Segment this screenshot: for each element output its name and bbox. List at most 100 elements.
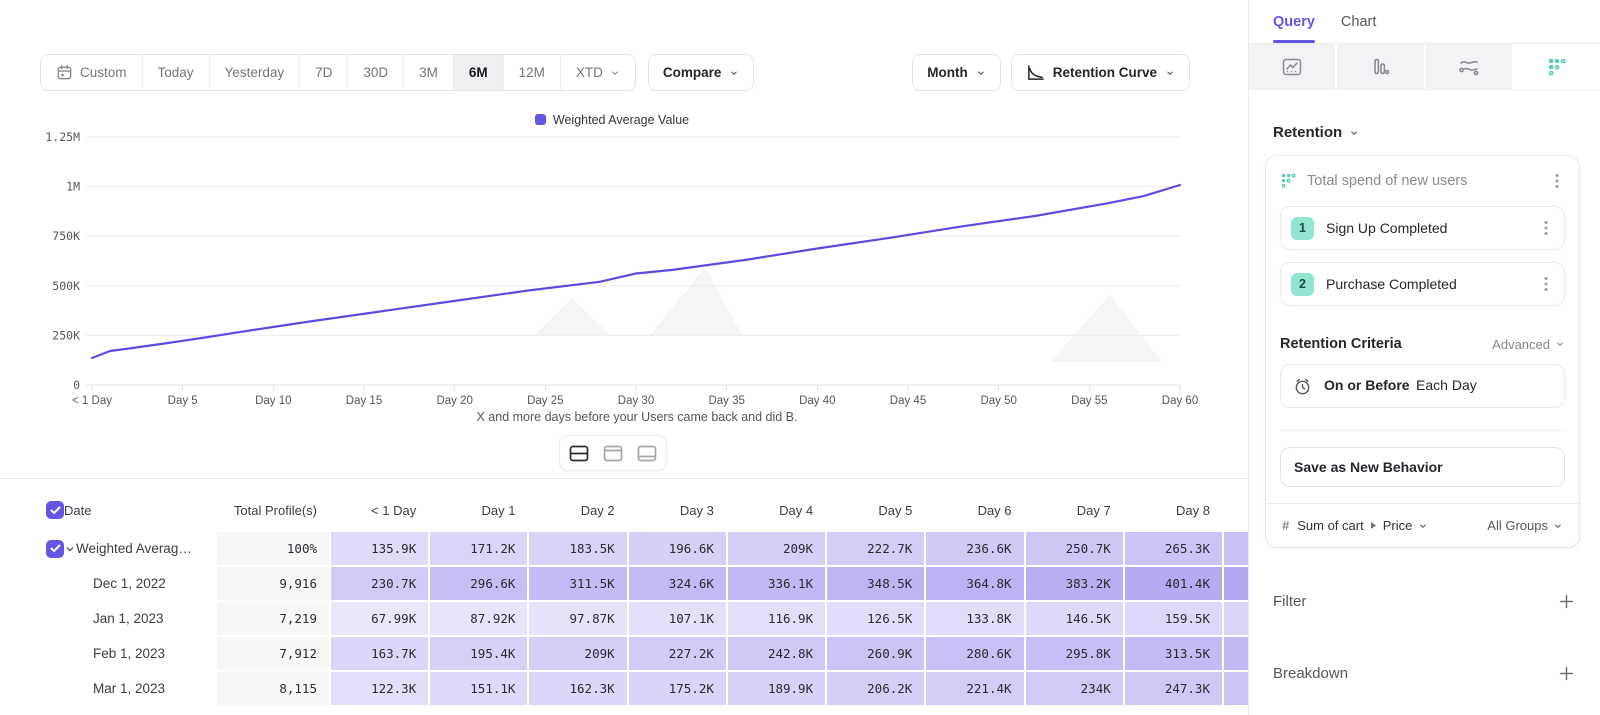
caret-right-icon — [1370, 521, 1377, 530]
retention-value-cell: 230.7K — [331, 567, 428, 600]
tab-chart[interactable]: Chart — [1341, 0, 1376, 43]
retention-value-cell: 336.1K — [728, 567, 825, 600]
date-range-6m[interactable]: 6M — [453, 55, 503, 90]
total-profiles-cell: 100% — [217, 532, 329, 565]
step-label: Purchase Completed — [1326, 276, 1526, 292]
retention-value-cell: 280.6K — [926, 637, 1023, 670]
behavior-step-1[interactable]: 1 Sign Up Completed — [1280, 206, 1565, 250]
metric-property-dropdown[interactable]: Sum of cart Price — [1297, 518, 1479, 533]
retention-value-cell: 209K — [728, 532, 825, 565]
x-tick-label: Day 5 — [168, 395, 198, 407]
number-metric-icon: # — [1282, 518, 1289, 533]
retention-value-cell: 97.87K — [529, 602, 626, 635]
date-range-12m[interactable]: 12M — [503, 55, 560, 90]
date-range-30d[interactable]: 30D — [347, 55, 403, 90]
row-checkbox[interactable] — [46, 540, 64, 558]
tab-flows[interactable] — [1426, 44, 1514, 89]
tab-query[interactable]: Query — [1273, 0, 1315, 43]
retention-value-cell: 242.8K — [728, 637, 825, 670]
groups-dropdown[interactable]: All Groups — [1487, 518, 1563, 533]
chart-type-dropdown[interactable]: Retention Curve — [1011, 54, 1190, 91]
kebab-menu-icon[interactable] — [1538, 220, 1554, 236]
header-total-profiles: Total Profile(s) — [217, 503, 329, 518]
tab-retention[interactable] — [1514, 44, 1600, 89]
retention-value-cell: 159.5K — [1125, 602, 1222, 635]
retention-value-cell: 67.99K — [331, 602, 428, 635]
y-tick-label: 0 — [73, 378, 80, 392]
retention-value-cell: 221.4K — [926, 672, 1023, 705]
retention-value-cell: 348.5K — [827, 567, 924, 600]
divider — [0, 478, 1248, 479]
y-tick-label: 500K — [52, 279, 80, 293]
tab-funnels[interactable] — [1337, 44, 1425, 89]
retention-value-cell: 87.92K — [430, 602, 527, 635]
x-tick-label: Day 30 — [618, 395, 654, 407]
kebab-menu-icon[interactable] — [1538, 276, 1554, 292]
check-icon — [50, 544, 61, 553]
watermark-triangle — [535, 298, 610, 335]
granularity-label: Month — [927, 65, 967, 80]
retention-value-cell: 183.5K — [529, 532, 626, 565]
retention-criteria-label: Retention Criteria — [1280, 336, 1492, 352]
x-tick-label: Day 15 — [346, 395, 382, 407]
view-toggle-panel-bottom[interactable] — [631, 439, 663, 467]
plus-icon[interactable] — [1559, 666, 1574, 681]
compare-label: Compare — [663, 65, 722, 80]
filter-section[interactable]: Filter — [1273, 588, 1574, 614]
retention-value-cell: 146.5K — [1026, 602, 1123, 635]
step-number-badge: 2 — [1291, 273, 1314, 296]
plus-icon[interactable] — [1559, 594, 1574, 609]
compare-button[interactable]: Compare — [648, 54, 755, 91]
row-label: Jan 1, 2023 — [93, 611, 164, 626]
x-tick-label: Day 10 — [255, 395, 291, 407]
funnels-icon — [1369, 57, 1391, 77]
date-range-today[interactable]: Today — [142, 55, 209, 90]
retention-value-cell: 135.9K — [331, 532, 428, 565]
retention-value-cell: 189.9K — [728, 672, 825, 705]
x-tick-label: Day 60 — [1162, 395, 1198, 407]
kebab-menu-icon[interactable] — [1549, 173, 1565, 189]
advanced-dropdown[interactable]: Advanced — [1492, 337, 1565, 352]
table-row: Jan 1, 20237,21967.99K87.92K97.87K107.1K… — [0, 602, 1248, 635]
save-as-new-behavior-button[interactable]: Save as New Behavior — [1280, 447, 1565, 487]
header-day-3: Day 3 — [629, 503, 726, 518]
view-toggle-panel-top[interactable] — [597, 439, 629, 467]
retention-curve-icon — [1026, 64, 1045, 81]
clipped-day9-cell — [1224, 637, 1248, 670]
breakdown-section[interactable]: Breakdown — [1273, 660, 1574, 686]
table-header-row: DateTotal Profile(s)< 1 DayDay 1Day 2Day… — [0, 490, 1248, 530]
condition-period: Each Day — [1416, 377, 1477, 393]
calendar-icon — [56, 64, 73, 81]
date-range-xtd[interactable]: XTD — [560, 55, 635, 90]
header-day-4: Day 4 — [728, 503, 825, 518]
step-number-badge: 1 — [1291, 217, 1314, 240]
table-row: Weighted Average ...100%135.9K171.2K183.… — [0, 532, 1248, 565]
date-range-custom[interactable]: Custom — [41, 55, 142, 90]
date-range-3m[interactable]: 3M — [403, 55, 453, 90]
total-profiles-cell: 7,219 — [217, 602, 329, 635]
y-tick-label: 1M — [66, 180, 80, 194]
date-range-yesterday[interactable]: Yesterday — [209, 55, 300, 90]
clipped-day9-cell — [1224, 567, 1248, 600]
view-toggle-split-horizontal-active[interactable] — [563, 439, 595, 467]
retention-value-cell: 195.4K — [430, 637, 527, 670]
retention-value-cell: 133.8K — [926, 602, 1023, 635]
granularity-dropdown[interactable]: Month — [912, 54, 1000, 91]
select-all-checkbox[interactable] — [46, 501, 64, 519]
retention-icon — [1546, 56, 1568, 78]
row-label: Feb 1, 2023 — [93, 646, 165, 661]
chevron-down-icon[interactable] — [64, 543, 76, 555]
tab-insights[interactable] — [1249, 44, 1337, 89]
chevron-down-icon — [1165, 68, 1175, 78]
date-range-7d[interactable]: 7D — [299, 55, 347, 90]
insights-icon — [1281, 57, 1303, 77]
report-section-dropdown[interactable]: Retention — [1273, 124, 1580, 141]
clipped-day9-cell — [1224, 532, 1248, 565]
retention-value-cell: 209K — [529, 637, 626, 670]
behavior-step-2[interactable]: 2 Purchase Completed — [1280, 262, 1565, 306]
x-axis-caption: X and more days before your Users came b… — [0, 410, 1274, 424]
panel-tabs: Query Chart — [1249, 0, 1600, 44]
retention-value-cell: 126.5K — [827, 602, 924, 635]
retention-condition[interactable]: On or Before Each Day — [1280, 364, 1565, 408]
clock-icon — [1293, 377, 1312, 396]
